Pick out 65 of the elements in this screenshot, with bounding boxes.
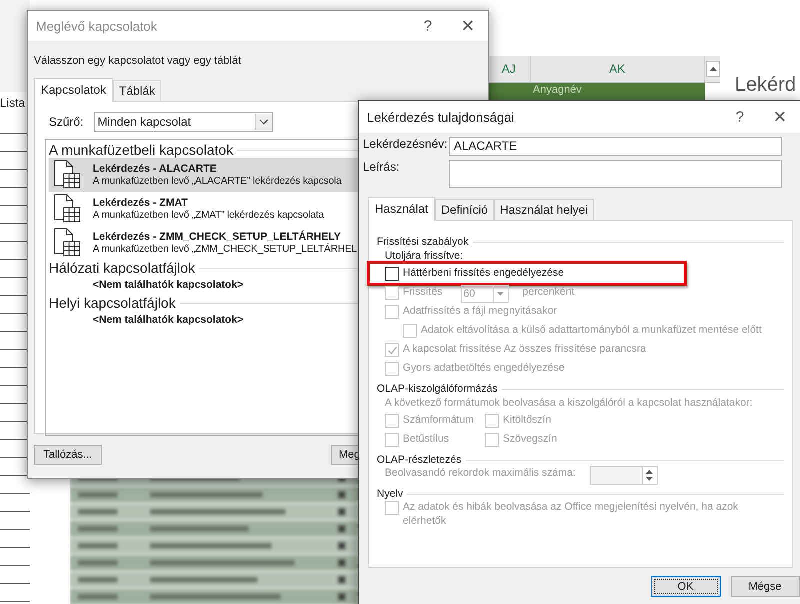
section-heading: Hálózati kapcsolatfájlok	[49, 260, 196, 276]
checkbox-label: Az adatok és hibák beolvasása az Office megjelenítési nyelvén, ha azok elérhetők	[403, 500, 740, 528]
section-heading: A munkafüzetbeli kapcsolatok	[49, 142, 234, 158]
checkbox-label: A kapcsolat frissítése Az összes frissítése parancsra	[403, 342, 646, 356]
checkbox-label: Szövegszín	[503, 432, 558, 446]
unit-label: percenként	[522, 285, 575, 299]
dialog-button[interactable]: OK	[651, 576, 720, 597]
checkbox-label: Adatfrissítés a fájl megnyitásakor	[403, 304, 558, 318]
group-heading: Nyelv	[377, 488, 404, 500]
chevron-down-icon	[497, 292, 504, 296]
tab[interactable]: Kapcsolatok	[34, 78, 114, 102]
description-field[interactable]	[449, 160, 782, 188]
close-button[interactable]: ×	[448, 13, 488, 39]
checkbox-label: Háttérbeni frissítés engedélyezése	[403, 266, 564, 280]
connection-name: Lekérdezés - ALACARTE	[93, 163, 218, 175]
tab[interactable]: Használat	[368, 197, 436, 221]
pane-heading: Lekérd	[735, 74, 796, 97]
tab[interactable]: Használat helyei	[494, 199, 594, 220]
help-button[interactable]: ?	[408, 18, 448, 34]
group-heading: OLAP-kiszolgálóformázás	[377, 383, 498, 395]
chevron-down-icon	[258, 119, 269, 125]
checkbox-label: Számformátum	[403, 413, 474, 427]
column-header-cell-text: Lista	[0, 96, 26, 110]
name-field[interactable]: ALACARTE	[449, 137, 782, 156]
checkbox-label: Gyors adatbetöltés engedélyezése	[403, 361, 565, 375]
connection-name: Lekérdezés - ZMAT	[93, 197, 189, 209]
field-label: Leírás:	[363, 160, 401, 176]
group-heading: OLAP-részletezés	[377, 454, 462, 466]
field-label: Lekérdezésnév:	[363, 137, 449, 153]
browse-button[interactable]: Tallózás...	[34, 445, 102, 465]
triangle-up-icon	[710, 67, 717, 71]
checkbox-label: Adatok eltávolítása a külső adattartományból a munkafüzet mentése előtt	[421, 323, 762, 337]
status-text: Utoljára frissítve:	[385, 250, 464, 262]
header-cell: Anyagnév	[488, 83, 705, 100]
connection-description: A munkafüzetben levő „ZMM_CHECK_SETUP_LELTÁRHEL	[93, 244, 358, 255]
close-button[interactable]: ×	[760, 104, 800, 130]
table-document-icon	[53, 228, 83, 258]
filter-dropdown[interactable]: Minden kapcsolat	[94, 112, 273, 132]
number-spinner[interactable]	[590, 466, 658, 485]
empty-message: <Nem találhatók kapcsolatok>	[93, 314, 244, 326]
checkbox-label: Kitöltőszín	[503, 413, 552, 427]
note-text: A következő formátumok beolvasása a kiszolgálóról a kapcsolat használatakor:	[385, 397, 754, 409]
help-button[interactable]: ?	[720, 108, 760, 126]
scroll-up-button[interactable]	[706, 61, 720, 77]
table-document-icon	[53, 194, 83, 224]
checkbox-label: Frissítés	[403, 285, 443, 299]
section-heading: Helyi kapcsolatfájlok	[49, 295, 176, 311]
connection-description: A munkafüzetben levő „ZMAT” lekérdezés kapcsolata	[93, 210, 324, 221]
tab[interactable]: Táblák	[113, 80, 162, 101]
checkbox[interactable]	[385, 267, 399, 281]
checkbox-label: Betűstílus	[403, 432, 450, 446]
connection-name: Lekérdezés - ZMM_CHECK_SETUP_LELTÁRHELY	[93, 231, 342, 243]
filter-label: Szűrő:	[49, 115, 84, 129]
empty-message: <Nem találhatók kapcsolatok>	[93, 279, 244, 291]
instruction-text: Válasszon egy kapcsolatot vagy egy táblát	[34, 55, 242, 67]
window-title: Meglévő kapcsolatok	[36, 18, 158, 34]
tab[interactable]: Definíció	[435, 199, 494, 220]
column-header[interactable]: AK	[530, 56, 706, 82]
group-heading: Frissítési szabályok	[377, 236, 469, 248]
window-title: Lekérdezés tulajdonságai	[367, 110, 516, 124]
spin-arrows-icon	[646, 470, 654, 481]
field-label: Beolvasandó rekordok maximális száma:	[385, 466, 576, 480]
connection-description: A munkafüzetben levő „ALACARTE” lekérdezés kapcsola	[93, 176, 342, 187]
dialog-button[interactable]: Mégse	[730, 576, 800, 597]
table-document-icon	[53, 160, 83, 190]
